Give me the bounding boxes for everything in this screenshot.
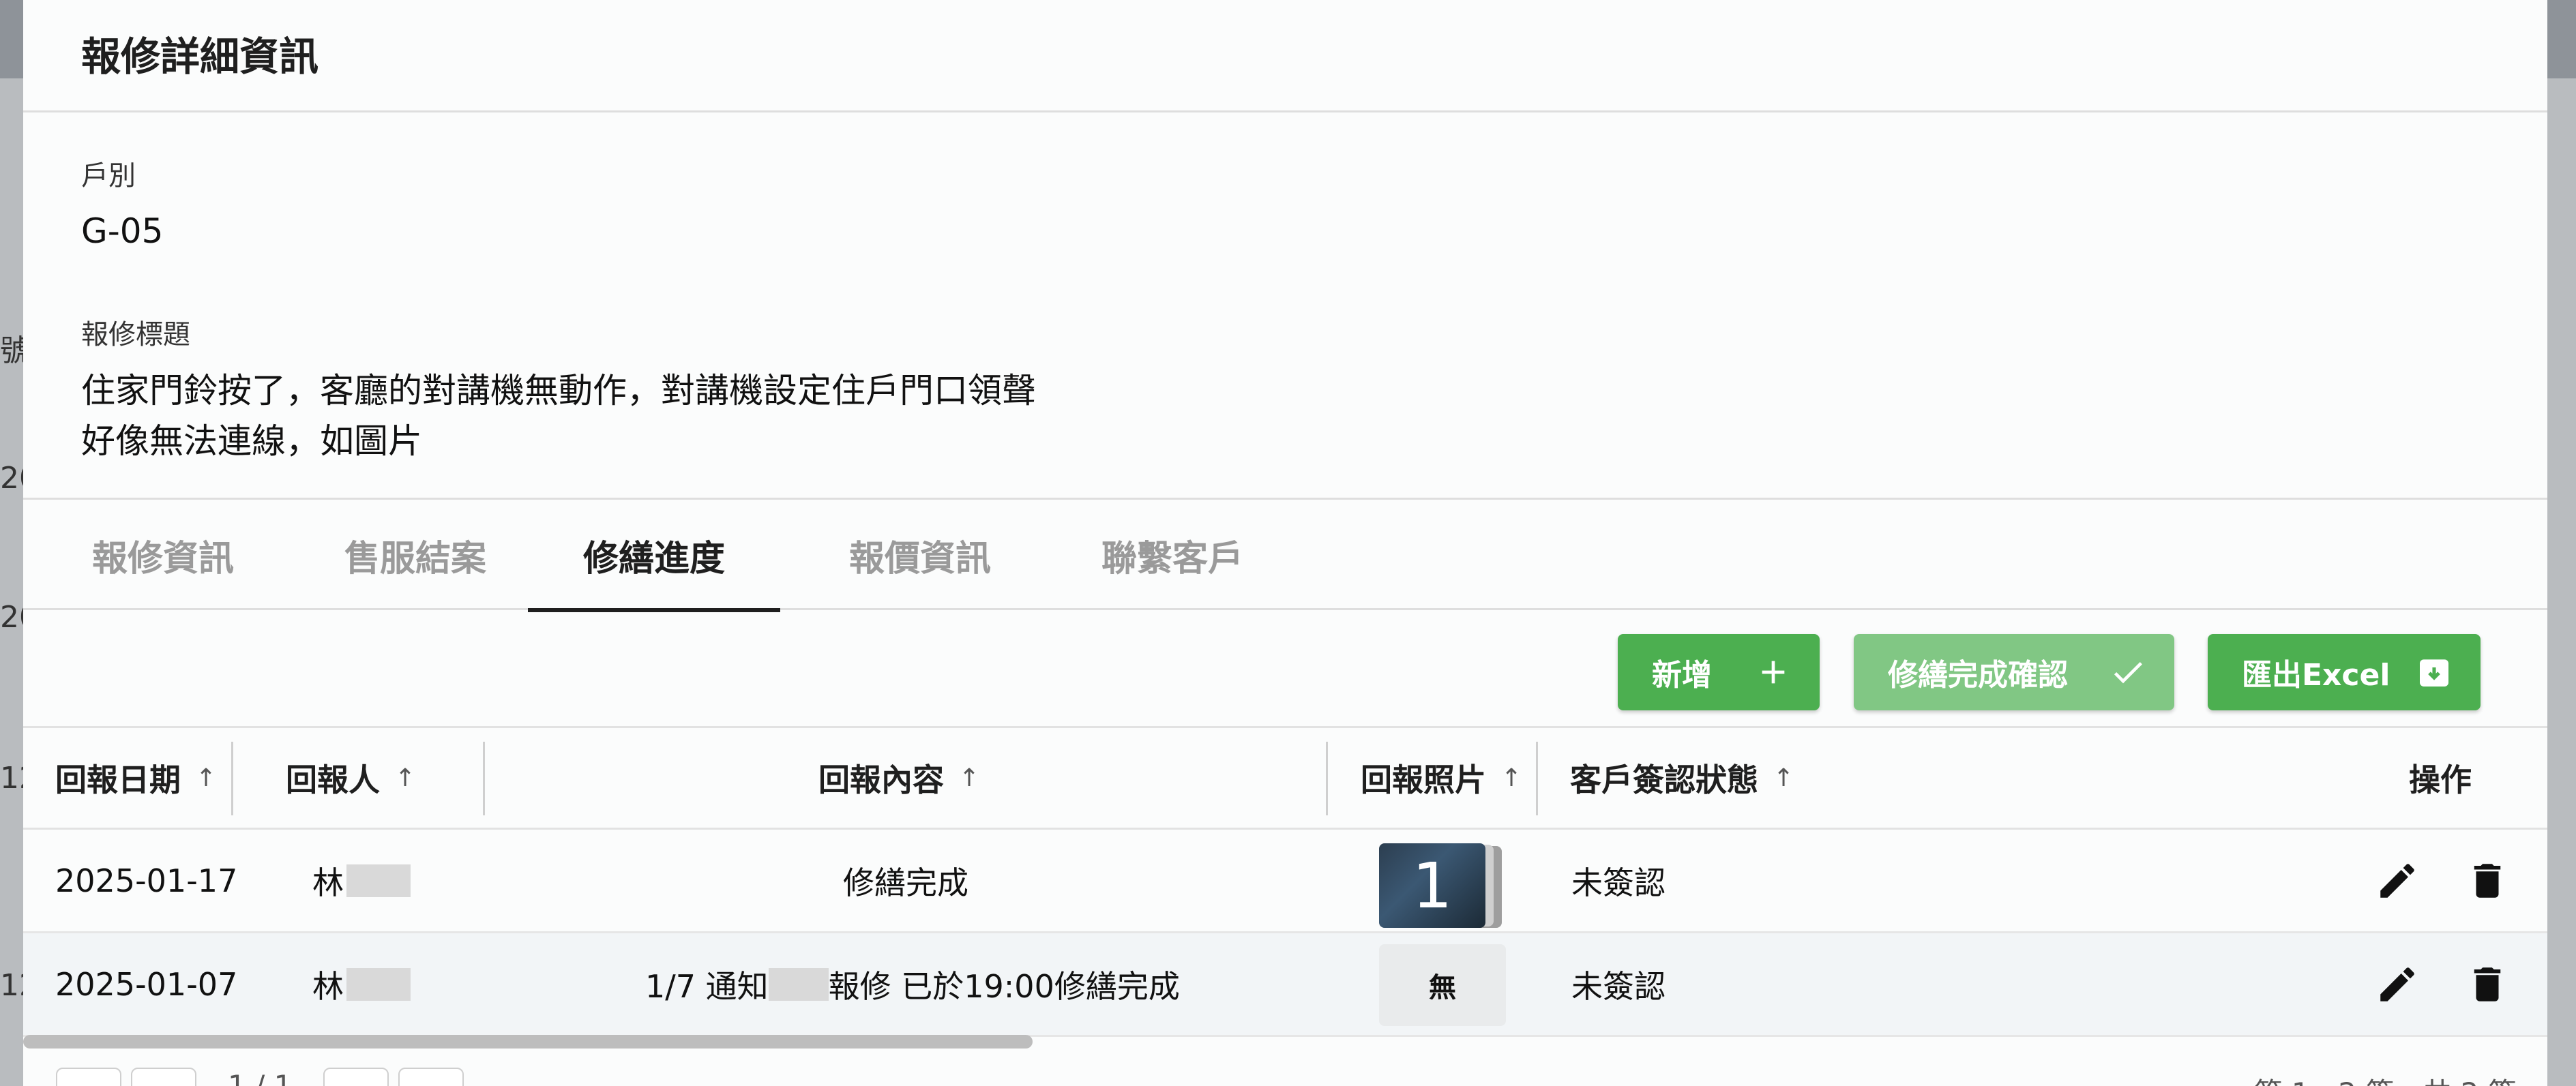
background-left-strip <box>0 78 23 1086</box>
sort-arrow-icon: ↑ <box>1773 764 1794 792</box>
page-indicator: 1 / 1 <box>228 1069 293 1086</box>
export-excel-button-label: 匯出Excel <box>2242 658 2390 693</box>
tab-repair-progress-label: 修繕進度 <box>582 538 725 579</box>
trash-icon[interactable] <box>2465 858 2510 903</box>
cell-content: 修繕完成 <box>843 864 968 901</box>
tab-service-close[interactable]: 售服結案 <box>334 500 497 610</box>
tab-quote-info[interactable]: 報價資訊 <box>838 500 1002 610</box>
column-divider[interactable] <box>1326 742 1328 815</box>
no-photo-badge: 無 <box>1379 944 1506 1026</box>
header-reporter[interactable]: 回報人 ↑ <box>286 728 415 828</box>
header-sign-status[interactable]: 客戶簽認狀態 ↑ <box>1570 728 1794 828</box>
trash-icon[interactable] <box>2465 962 2510 1007</box>
cell-reporter: 林 <box>312 933 411 1035</box>
tab-repair-progress[interactable]: 修繕進度 <box>528 500 780 612</box>
check-icon <box>2114 662 2142 684</box>
column-divider[interactable] <box>483 742 485 815</box>
sort-arrow-icon: ↑ <box>395 764 416 792</box>
edit-pencil-icon[interactable] <box>2375 858 2420 903</box>
header-reporter-label: 回報人 <box>286 761 380 798</box>
header-content-label: 回報內容 <box>818 761 944 798</box>
cell-sign-status: 未簽認 <box>1571 967 1665 1005</box>
column-divider[interactable] <box>1536 742 1538 815</box>
tab-bar: 報修資訊 售服結案 修繕進度 報價資訊 聯繫客戶 <box>23 498 2547 612</box>
confirm-complete-button-label: 修繕完成確認 <box>1888 658 2068 693</box>
photo-thumbnail[interactable]: 1 <box>1379 843 1515 928</box>
tab-contact-customer[interactable]: 聯繫客戶 <box>1091 500 1254 610</box>
header-sign-status-label: 客戶簽認狀態 <box>1570 761 1758 798</box>
cell-sign-status: 未簽認 <box>1571 864 1665 901</box>
header-report-date[interactable]: 回報日期 ↑ <box>55 728 216 828</box>
table-row: 2025-01-07 林 1/7 通知 報修 已於19:00修繕完成 無 未簽認 <box>23 933 2547 1037</box>
edit-pencil-icon[interactable] <box>2375 962 2420 1007</box>
plus-icon <box>1762 661 1785 684</box>
unit-value: G-05 <box>81 211 164 251</box>
first-page-button[interactable] <box>56 1068 121 1086</box>
sort-arrow-icon: ↑ <box>196 764 217 792</box>
background-right-strip <box>2547 78 2576 1086</box>
reporter-name: 林 <box>312 864 344 901</box>
prev-page-button[interactable] <box>131 1068 196 1086</box>
add-button[interactable]: 新增 <box>1618 634 1820 710</box>
subject-line-2: 好像無法連線，如圖片 <box>81 421 422 461</box>
export-excel-button[interactable]: 匯出Excel <box>2208 634 2481 710</box>
photo-count-badge: 1 <box>1379 843 1485 928</box>
column-divider[interactable] <box>231 742 233 815</box>
header-actions: 操作 <box>2409 761 2472 798</box>
header-content[interactable]: 回報內容 ↑ <box>818 728 979 828</box>
table-header: 回報日期 ↑ 回報人 ↑ 回報內容 ↑ 回報照片 ↑ 客戶簽認狀態 ↑ 操作 <box>23 726 2547 830</box>
last-page-button[interactable] <box>398 1068 464 1086</box>
cell-reporter: 林 <box>312 830 411 931</box>
cell-date: 2025-01-07 <box>55 965 238 1003</box>
archive-download-icon <box>2420 659 2448 687</box>
tab-active-indicator <box>528 608 780 612</box>
horizontal-scrollbar[interactable] <box>23 1035 1033 1049</box>
unit-label: 戶別 <box>81 160 136 192</box>
header-photo[interactable]: 回報照片 ↑ <box>1361 728 1522 828</box>
content-part-2: 報修 已於19:00修繕完成 <box>828 967 1180 1005</box>
content-part-1: 1/7 通知 <box>645 967 769 1005</box>
dialog-header: 報修詳細資訊 <box>23 0 2547 112</box>
record-count: 第 1 - 2 筆，共 2 筆 <box>2254 1070 2517 1086</box>
table-row: 2025-01-17 林 修繕完成 1 未簽認 <box>23 830 2547 933</box>
repair-detail-dialog: 報修詳細資訊 戶別 G-05 報修標題 住家門鈴按了，客廳的對講機無動作，對講機… <box>23 0 2547 1086</box>
cell-date: 2025-01-17 <box>55 862 238 899</box>
sort-arrow-icon: ↑ <box>959 764 980 792</box>
header-report-date-label: 回報日期 <box>55 761 181 798</box>
dialog-title: 報修詳細資訊 <box>81 33 319 80</box>
tab-repair-info[interactable]: 報修資訊 <box>81 500 245 610</box>
subject-label: 報修標題 <box>81 319 190 350</box>
reporter-name: 林 <box>312 967 344 1005</box>
confirm-complete-button[interactable]: 修繕完成確認 <box>1854 634 2174 710</box>
subject-line-1: 住家門鈴按了，客廳的對講機無動作，對講機設定住戶門口領聲 <box>81 371 1036 410</box>
cell-content: 1/7 通知 報修 已於19:00修繕完成 <box>645 933 1180 1035</box>
header-photo-label: 回報照片 <box>1361 761 1486 798</box>
redacted-block <box>768 967 829 1001</box>
next-page-button[interactable] <box>323 1068 389 1086</box>
redacted-block <box>346 864 411 897</box>
redacted-block <box>346 967 411 1001</box>
add-button-label: 新增 <box>1652 658 1712 693</box>
sort-arrow-icon: ↑ <box>1501 764 1522 792</box>
